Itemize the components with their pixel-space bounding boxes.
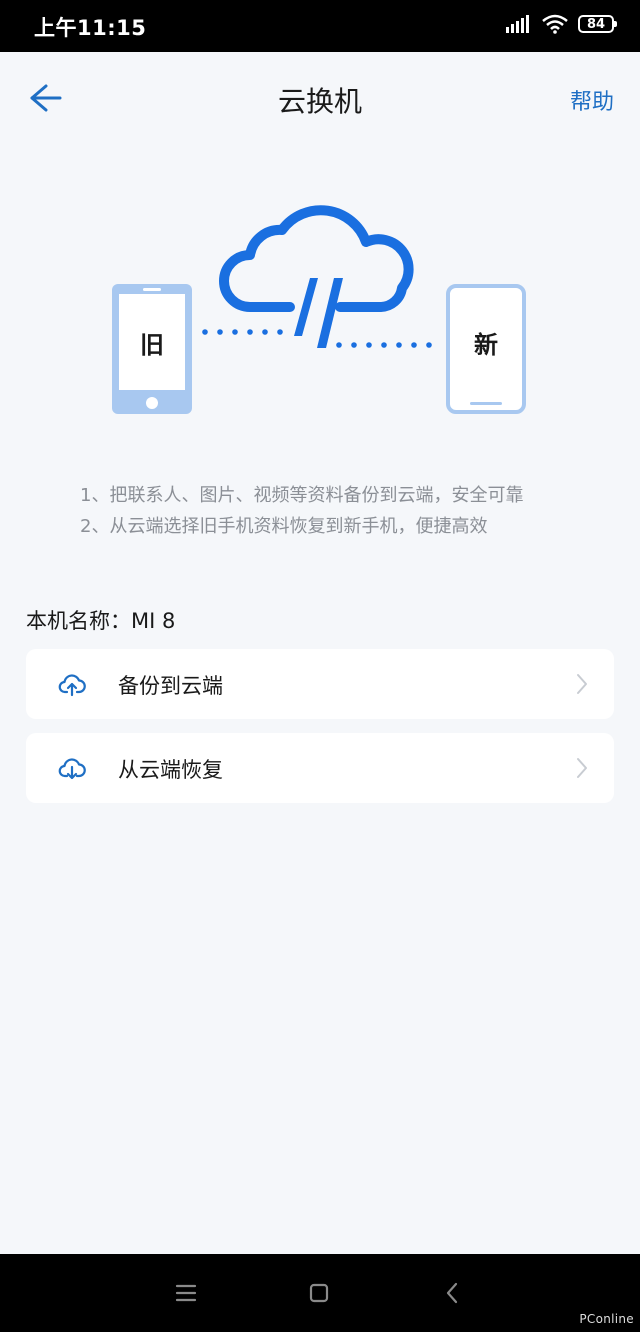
signal-icon xyxy=(506,15,529,33)
status-time: 上午11:15 xyxy=(34,16,147,40)
header: 云换机 帮助 xyxy=(0,52,640,144)
device-name-label: 本机名称：MI 8 xyxy=(26,609,176,633)
cloud-upload-icon xyxy=(58,674,86,697)
restore-from-cloud-button[interactable]: 从云端恢复 xyxy=(26,733,614,803)
backup-label: 备份到云端 xyxy=(118,674,223,698)
restore-label: 从云端恢复 xyxy=(118,758,223,782)
cloud-transfer-illustration: 旧 新 xyxy=(112,205,526,414)
transfer-dots-left xyxy=(202,329,283,335)
tip-line: 2、从云端选择旧手机资料恢复到新手机，便捷高效 xyxy=(80,516,488,537)
backup-to-cloud-button[interactable]: 备份到云端 xyxy=(26,649,614,719)
transfer-dots-right xyxy=(336,342,432,348)
watermark: PConline xyxy=(579,1312,634,1326)
home-icon[interactable] xyxy=(304,1278,334,1308)
back-icon[interactable] xyxy=(437,1278,467,1308)
feature-tips: 1、把联系人、图片、视频等资料备份到云端，安全可靠 2、从云端选择旧手机资料恢复… xyxy=(80,480,620,542)
battery-icon: 84 xyxy=(578,15,617,33)
help-link[interactable]: 帮助 xyxy=(570,84,614,116)
system-nav-bar: PConline xyxy=(0,1254,640,1332)
menu-icon[interactable] xyxy=(171,1278,201,1308)
chevron-right-icon xyxy=(577,674,587,694)
page-title: 云换机 xyxy=(277,85,362,118)
wifi-icon xyxy=(542,14,568,34)
cloud-icon xyxy=(219,205,414,348)
tip-line: 1、把联系人、图片、视频等资料备份到云端，安全可靠 xyxy=(80,485,524,506)
new-phone-label: 新 xyxy=(474,331,498,359)
old-phone-label: 旧 xyxy=(140,331,164,359)
chevron-right-icon xyxy=(577,758,587,778)
status-bar: 上午11:15 84 xyxy=(0,0,640,52)
cloud-download-icon xyxy=(58,758,86,780)
status-icons: 84 xyxy=(506,14,617,34)
